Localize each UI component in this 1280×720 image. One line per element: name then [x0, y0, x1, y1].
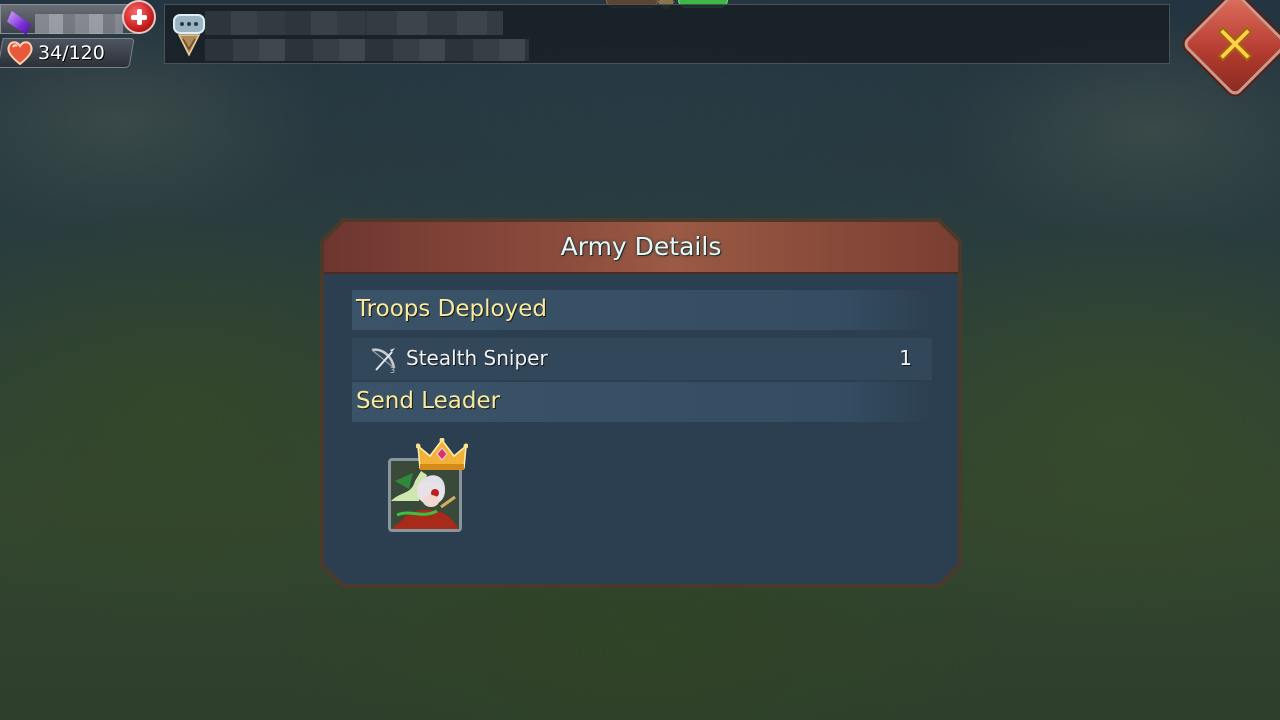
gem-amount-obscured: [35, 14, 123, 34]
chat-bar[interactable]: [164, 4, 1170, 64]
modal-title: Army Details: [560, 232, 722, 261]
troop-name: Stealth Sniper: [406, 346, 548, 370]
heart-icon: [7, 41, 33, 66]
purple-gem-icon: [7, 11, 31, 35]
send-leader-label: Send Leader: [356, 388, 501, 414]
chat-message-obscured: [205, 39, 529, 61]
svg-text:3: 3: [390, 366, 395, 374]
army-details-modal: Army Details Troops Deployed 3 Stealth S…: [320, 218, 962, 588]
modal-body: Army Details Troops Deployed 3 Stealth S…: [324, 222, 958, 584]
stamina-value: 34/120: [38, 42, 105, 64]
modal-header: Army Details: [324, 222, 958, 274]
troop-row: 3 Stealth Sniper 1: [352, 338, 932, 380]
chat-badge-icon: [173, 14, 205, 57]
send-leader-header: Send Leader: [352, 382, 932, 422]
troops-deployed-label: Troops Deployed: [356, 296, 547, 322]
add-gems-button[interactable]: [122, 0, 156, 34]
chat-message-obscured: [367, 11, 503, 35]
gem-currency-bar: [0, 4, 142, 35]
troop-count: 1: [899, 346, 912, 370]
crossbow-icon: 3: [368, 344, 398, 374]
close-x-icon[interactable]: [1213, 22, 1257, 66]
troops-deployed-header: Troops Deployed: [352, 290, 932, 330]
crown-icon: [416, 438, 468, 472]
